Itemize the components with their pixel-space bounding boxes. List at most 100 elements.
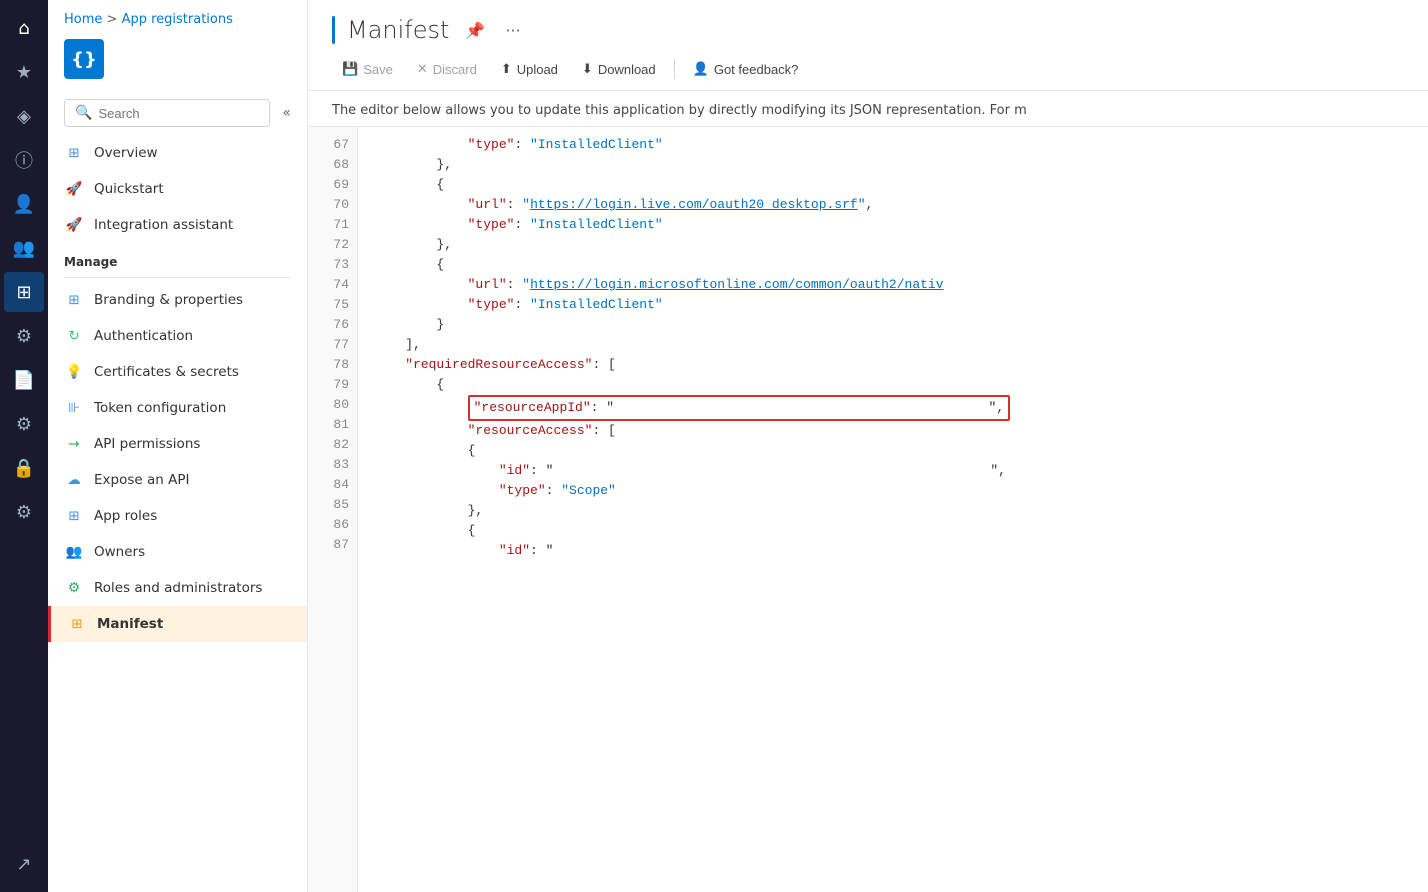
sidebar-item-authentication[interactable]: ↻ Authentication: [48, 318, 307, 354]
rail-info-icon[interactable]: ⓘ: [4, 140, 44, 180]
sidebar-item-token[interactable]: ⊪ Token configuration: [48, 390, 307, 426]
rail-home-icon[interactable]: ⌂: [4, 8, 44, 48]
code-line-74: "url": "https://login.microsoftonline.co…: [374, 275, 1428, 295]
feedback-button[interactable]: 👤 Got feedback?: [683, 56, 809, 82]
sidebar-item-certs[interactable]: 💡 Certificates & secrets: [48, 354, 307, 390]
rail-settings2-icon[interactable]: ⚙: [4, 316, 44, 356]
auth-icon: ↻: [64, 326, 84, 346]
code-line-85: },: [374, 501, 1428, 521]
description-text: The editor below allows you to update th…: [308, 91, 1428, 127]
search-row: 🔍 «: [48, 99, 307, 127]
main-header: Manifest 📌 ··· 💾 Save ✕ Discard ⬆ Upload…: [308, 0, 1428, 91]
save-button[interactable]: 💾 Save: [332, 56, 403, 82]
token-label: Token configuration: [94, 400, 226, 416]
sidebar-item-expose[interactable]: ☁ Expose an API: [48, 462, 307, 498]
search-input[interactable]: [98, 106, 259, 121]
code-line-79: {: [374, 375, 1428, 395]
upload-button[interactable]: ⬆ Upload: [491, 56, 568, 82]
manifest-icon: ⊞: [67, 614, 87, 634]
sidebar: Home > App registrations {} 🔍 « ⊞ Overvi…: [48, 0, 308, 892]
sidebar-item-api[interactable]: → API permissions: [48, 426, 307, 462]
code-line-87: "id": ": [374, 541, 1428, 561]
code-line-70: "url": "https://login.live.com/oauth20_d…: [374, 195, 1428, 215]
breadcrumb-home[interactable]: Home: [64, 12, 102, 27]
editor-area[interactable]: 67 68 69 70 71 72 73 74 75 76 77 78 79 8…: [308, 127, 1428, 892]
highlight-resource-app-id: "resourceAppId": " ",: [468, 395, 1011, 421]
sidebar-item-manifest[interactable]: ⊞ Manifest: [48, 606, 307, 642]
title-divider: [332, 16, 335, 44]
download-icon: ⬇: [582, 61, 593, 77]
expose-icon: ☁: [64, 470, 84, 490]
integration-icon: 🚀: [64, 215, 84, 235]
code-content[interactable]: "type": "InstalledClient" }, { "url": "h…: [358, 127, 1428, 892]
pin-icon[interactable]: 📌: [461, 19, 489, 42]
sidebar-item-rolesadmin[interactable]: ⚙ Roles and administrators: [48, 570, 307, 606]
code-line-78: "requiredResourceAccess": [: [374, 355, 1428, 375]
rail-user-icon[interactable]: 👤: [4, 184, 44, 224]
rail-settings3-icon[interactable]: ⚙: [4, 492, 44, 532]
rail-bottom-icon[interactable]: ↗: [4, 844, 44, 884]
rail-resources-icon[interactable]: ◈: [4, 96, 44, 136]
line-numbers: 67 68 69 70 71 72 73 74 75 76 77 78 79 8…: [308, 127, 358, 892]
app-icon: {}: [64, 39, 104, 79]
owners-label: Owners: [94, 544, 145, 560]
expose-label: Expose an API: [94, 472, 189, 488]
url-ms-link[interactable]: https://login.microsoftonline.com/common…: [530, 277, 943, 292]
code-line-72: },: [374, 235, 1428, 255]
sidebar-item-branding[interactable]: ⊞ Branding & properties: [48, 282, 307, 318]
code-line-67: "type": "InstalledClient": [374, 135, 1428, 155]
discard-button[interactable]: ✕ Discard: [407, 56, 487, 82]
ellipsis-icon[interactable]: ···: [501, 19, 524, 42]
page-title: Manifest: [347, 16, 449, 44]
token-icon: ⊪: [64, 398, 84, 418]
code-line-73: {: [374, 255, 1428, 275]
api-label: API permissions: [94, 436, 200, 452]
branding-label: Branding & properties: [94, 292, 243, 308]
overview-icon: ⊞: [64, 143, 84, 163]
manage-section-label: Manage: [48, 243, 307, 273]
manage-divider: [64, 277, 291, 278]
code-line-77: ],: [374, 335, 1428, 355]
code-line-71: "type": "InstalledClient": [374, 215, 1428, 235]
rail-lock-icon[interactable]: 🔒: [4, 448, 44, 488]
quickstart-label: Quickstart: [94, 181, 164, 197]
collapse-button[interactable]: «: [282, 105, 291, 121]
search-icon: 🔍: [75, 105, 92, 121]
code-line-80: "resourceAppId": " ",: [374, 395, 1428, 421]
rail-favorites-icon[interactable]: ★: [4, 52, 44, 92]
approles-label: App roles: [94, 508, 157, 524]
code-line-83: "id": " ",: [374, 461, 1428, 481]
rail-group-icon[interactable]: 👥: [4, 228, 44, 268]
sidebar-item-owners[interactable]: 👥 Owners: [48, 534, 307, 570]
url-live-link[interactable]: https://login.live.com/oauth20_desktop.s…: [530, 197, 858, 212]
save-icon: 💾: [342, 61, 358, 77]
approles-icon: ⊞: [64, 506, 84, 526]
code-line-81: "resourceAccess": [: [374, 421, 1428, 441]
breadcrumb: Home > App registrations: [64, 12, 291, 27]
page-title-row: Manifest 📌 ···: [332, 16, 1404, 44]
sidebar-item-overview[interactable]: ⊞ Overview: [48, 135, 307, 171]
feedback-icon: 👤: [693, 61, 709, 77]
rail-gear-icon[interactable]: ⚙: [4, 404, 44, 444]
download-button[interactable]: ⬇ Download: [572, 56, 666, 82]
breadcrumb-section[interactable]: App registrations: [122, 12, 233, 27]
code-line-76: }: [374, 315, 1428, 335]
code-line-69: {: [374, 175, 1428, 195]
branding-icon: ⊞: [64, 290, 84, 310]
integration-label: Integration assistant: [94, 217, 233, 233]
search-box[interactable]: 🔍: [64, 99, 270, 127]
rail-doc-icon[interactable]: 📄: [4, 360, 44, 400]
icon-rail: ⌂ ★ ◈ ⓘ 👤 👥 ⊞ ⚙ 📄 ⚙ 🔒 ⚙ ↗: [0, 0, 48, 892]
toolbar: 💾 Save ✕ Discard ⬆ Upload ⬇ Download 👤 G…: [332, 56, 1404, 90]
cert-icon: 💡: [64, 362, 84, 382]
breadcrumb-separator: >: [107, 12, 122, 27]
owners-icon: 👥: [64, 542, 84, 562]
sidebar-item-integration[interactable]: 🚀 Integration assistant: [48, 207, 307, 243]
sidebar-item-approles[interactable]: ⊞ App roles: [48, 498, 307, 534]
api-icon: →: [64, 434, 84, 454]
toolbar-separator: [674, 59, 675, 79]
upload-icon: ⬆: [501, 61, 512, 77]
sidebar-item-quickstart[interactable]: 🚀 Quickstart: [48, 171, 307, 207]
discard-icon: ✕: [417, 61, 428, 77]
rail-apps-icon[interactable]: ⊞: [4, 272, 44, 312]
